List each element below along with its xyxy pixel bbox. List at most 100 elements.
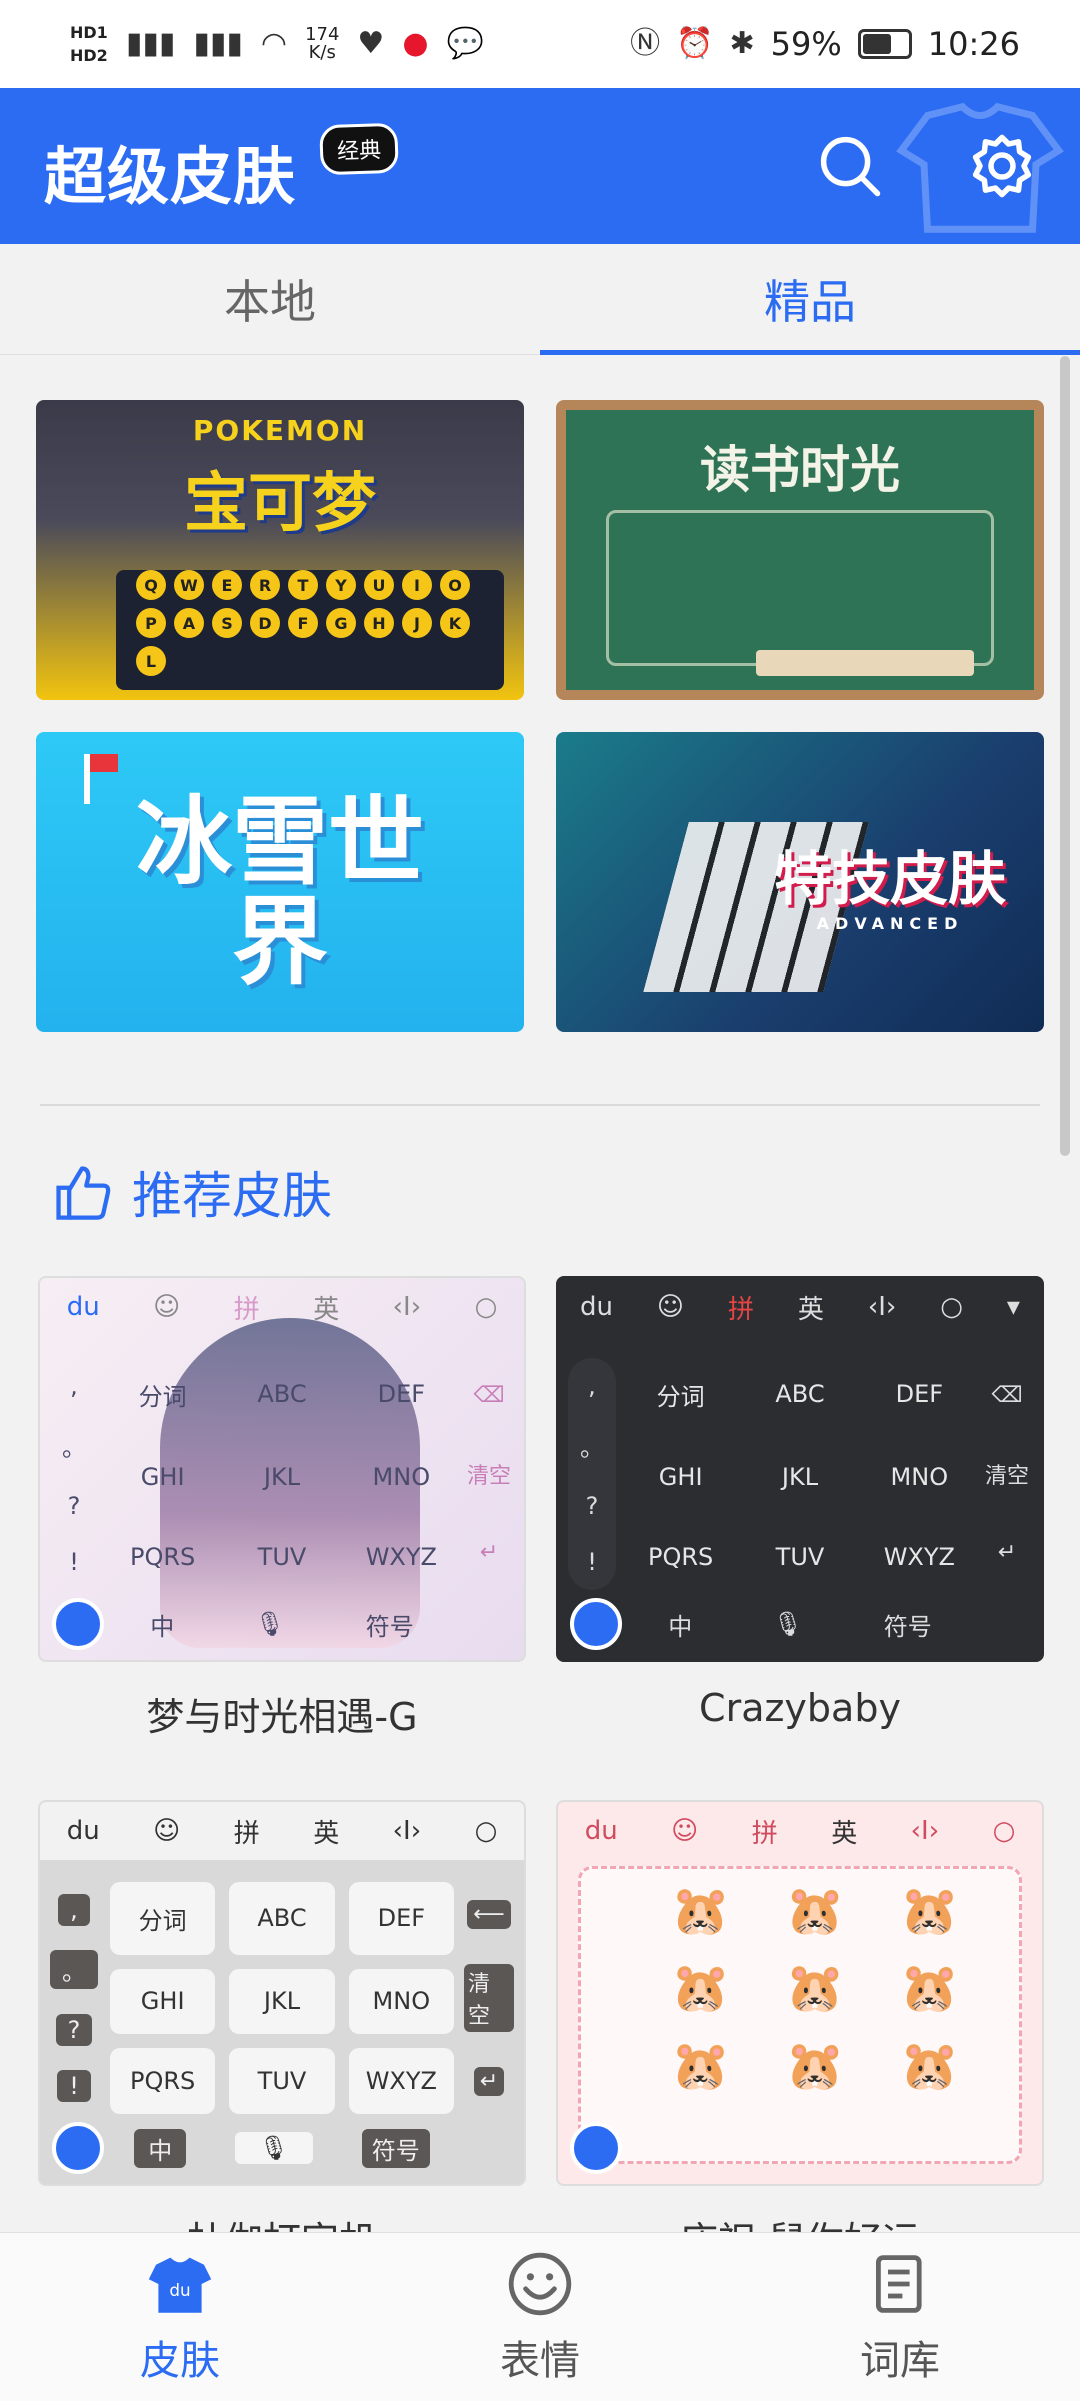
key-pinyin: 拼 xyxy=(233,1818,260,1849)
nav-skins[interactable]: du 皮肤 xyxy=(0,2233,360,2401)
tab-local[interactable]: 本地 xyxy=(0,244,540,354)
search-icon: ○ xyxy=(940,1292,963,1322)
fan-logo-icon xyxy=(570,2122,622,2174)
backspace-icon: ⟵ xyxy=(467,1899,511,1929)
search-icon: ○ xyxy=(474,1292,498,1322)
fan-logo-icon xyxy=(570,1598,622,1650)
key-jkl: JKL xyxy=(781,1463,819,1492)
enter-icon: ↵ xyxy=(997,1540,1017,1565)
nfc-icon: Ⓝ xyxy=(630,26,661,61)
nav-emoji[interactable]: 表情 xyxy=(360,2233,720,2401)
search-icon: ○ xyxy=(474,1816,498,1846)
settings-button[interactable] xyxy=(964,128,1040,204)
key-def: DEF xyxy=(895,1380,944,1409)
content-area: POKEMON 宝可梦 QWERTYUIOP ASDFGHJKL 读书时光 冰雪… xyxy=(0,356,1080,2232)
skin-thumbnail[interactable]: du ☺ 拼 英 ‹I› ○ ▾ 分词 ABC DEF GHI JKL MNO … xyxy=(556,1276,1044,1662)
battery-icon xyxy=(857,29,912,59)
bottom-nav: du 皮肤 表情 词库 xyxy=(0,2232,1080,2401)
hd1-label: HD1 xyxy=(70,23,108,42)
hamster-icon: 🐹 xyxy=(670,1960,731,2017)
key-def: DEF xyxy=(348,1882,454,1955)
heart-icon: ♥ xyxy=(357,26,385,61)
key-wxyz: WXYZ xyxy=(883,1543,955,1572)
tab-featured[interactable]: 精品 xyxy=(540,244,1080,355)
skin-name: 庆祝·鼠你好运 xyxy=(556,2210,1044,2232)
banner-pokemon[interactable]: POKEMON 宝可梦 QWERTYUIOP ASDFGHJKL xyxy=(36,400,524,700)
key-clear: 清空 xyxy=(984,1464,1029,1489)
chat-icon: 💬 xyxy=(446,26,484,61)
key-english: 英 xyxy=(831,1818,858,1849)
enter-icon: ↵ xyxy=(473,2067,505,2097)
scrollbar[interactable] xyxy=(1060,356,1070,1156)
key-zhong: 中 xyxy=(668,1612,693,1641)
key-ghi: GHI xyxy=(658,1463,703,1492)
du-icon: du xyxy=(579,1292,613,1322)
key-zhong: 中 xyxy=(134,2128,187,2168)
key-pinyin: 拼 xyxy=(727,1294,754,1325)
key-pinyin: 拼 xyxy=(233,1294,260,1325)
section-divider xyxy=(40,1104,1040,1106)
banner-reading-time[interactable]: 读书时光 xyxy=(556,400,1044,700)
shirt-icon: du xyxy=(148,2257,212,2313)
hamster-icon: 🐹 xyxy=(785,2037,845,2094)
status-bar: HD1 HD2 ▮▮▮ ▮▮▮ ◠ 174 K/s ♥ ● 💬 Ⓝ ⏰ ✱ 59… xyxy=(0,0,1080,88)
backspace-icon: ⌫ xyxy=(473,1383,505,1408)
skin-name: 杜伽打字机 xyxy=(38,2210,526,2232)
section-header: 推荐皮肤 xyxy=(50,1156,332,1228)
hamster-icon: 🐹 xyxy=(899,1960,960,2017)
keyboard-keys: QWERTYUIOP ASDFGHJKL xyxy=(136,570,494,676)
app-header: 超级皮肤 经典 xyxy=(0,88,1080,244)
banner-title: 读书时光 xyxy=(700,441,900,499)
banner-ice-world[interactable]: 冰雪世界 xyxy=(36,732,524,1032)
key-pqrs: PQRS xyxy=(648,1543,714,1572)
key-tuv: TUV xyxy=(229,2048,335,2114)
nav-dictionary[interactable]: 词库 xyxy=(720,2233,1080,2401)
fan-logo-icon xyxy=(52,2122,104,2174)
app-title: 超级皮肤 xyxy=(44,140,297,213)
skin-name: 梦与时光相遇-G xyxy=(146,1695,418,1739)
flag-icon xyxy=(90,754,118,772)
section-title: 推荐皮肤 xyxy=(132,1167,332,1225)
thumbs-up-icon xyxy=(56,1166,111,1220)
emoji-icon: ☺ xyxy=(671,1816,699,1846)
banner-advanced-skin[interactable]: 特技皮肤 ADVANCED xyxy=(556,732,1044,1032)
gear-icon xyxy=(972,134,1032,198)
key-fenci: 分词 xyxy=(656,1382,705,1411)
nav-label: 表情 xyxy=(500,2338,580,2384)
skin-thumbnail[interactable]: du ☺ 拼 英 ‹I› ○ 分词 ABC DEF GHI JKL MNO PQ… xyxy=(38,1276,526,1662)
key-english: 英 xyxy=(313,1818,340,1849)
key-english: 英 xyxy=(797,1294,824,1325)
bluetooth-icon: ✱ xyxy=(729,26,755,61)
du-icon: du xyxy=(584,1816,618,1846)
collapse-icon: ▾ xyxy=(1006,1292,1020,1322)
skin-name: Crazybaby xyxy=(699,1686,901,1730)
signal-icon: ▮▮▮ xyxy=(125,26,176,61)
key-pqrs: PQRS xyxy=(130,1543,196,1572)
skin-thumbnail[interactable]: du ☺ 拼 英 ‹I› ○ 分词 ABC DEF GHI JKL MNO PQ… xyxy=(38,1800,526,2186)
hamster-grid: 🐹 🐹 🐹 🐹 🐹 🐹 🐹 🐹 🐹 xyxy=(648,1882,982,2104)
clock: 10:26 xyxy=(927,25,1020,63)
emoji-icon: ☺ xyxy=(656,1292,684,1322)
key-jkl: JKL xyxy=(229,1968,335,2035)
skin-card[interactable]: du ☺ 拼 英 ‹I› ○ 分词 ABC DEF GHI JKL MNO PQ… xyxy=(38,1276,526,1741)
key-symbols: 符号 xyxy=(365,1612,414,1641)
key-abc: ABC xyxy=(257,1380,307,1409)
skin-card[interactable]: du ☺ 拼 英 ‹I› ○ 🐹 🐹 🐹 🐹 🐹 🐹 🐹 🐹 🐹 庆祝·鼠你好运 xyxy=(556,1800,1044,2232)
skin-card[interactable]: du ☺ 拼 英 ‹I› ○ 分词 ABC DEF GHI JKL MNO PQ… xyxy=(38,1800,526,2232)
search-button[interactable] xyxy=(812,128,888,204)
hamster-icon: 🐹 xyxy=(670,2037,731,2094)
classic-badge: 经典 xyxy=(319,122,399,176)
dictionary-icon xyxy=(876,2255,922,2313)
net-speed: 174 K/s xyxy=(305,24,340,63)
skin-thumbnail[interactable]: du ☺ 拼 英 ‹I› ○ 🐹 🐹 🐹 🐹 🐹 🐹 🐹 🐹 🐹 xyxy=(556,1800,1044,2186)
banner-brand: POKEMON xyxy=(192,414,368,447)
fan-logo-icon xyxy=(52,1598,104,1650)
key-jkl: JKL xyxy=(263,1463,301,1492)
key-mno: MNO xyxy=(372,1463,431,1492)
search-icon: ○ xyxy=(992,1816,1016,1846)
book-illustration xyxy=(756,650,974,676)
mic-icon: 🎙 xyxy=(254,1610,286,1638)
hamster-icon: 🐹 xyxy=(785,1883,845,1939)
key-abc: ABC xyxy=(775,1380,825,1409)
skin-card[interactable]: du ☺ 拼 英 ‹I› ○ ▾ 分词 ABC DEF GHI JKL MNO … xyxy=(556,1276,1044,1730)
